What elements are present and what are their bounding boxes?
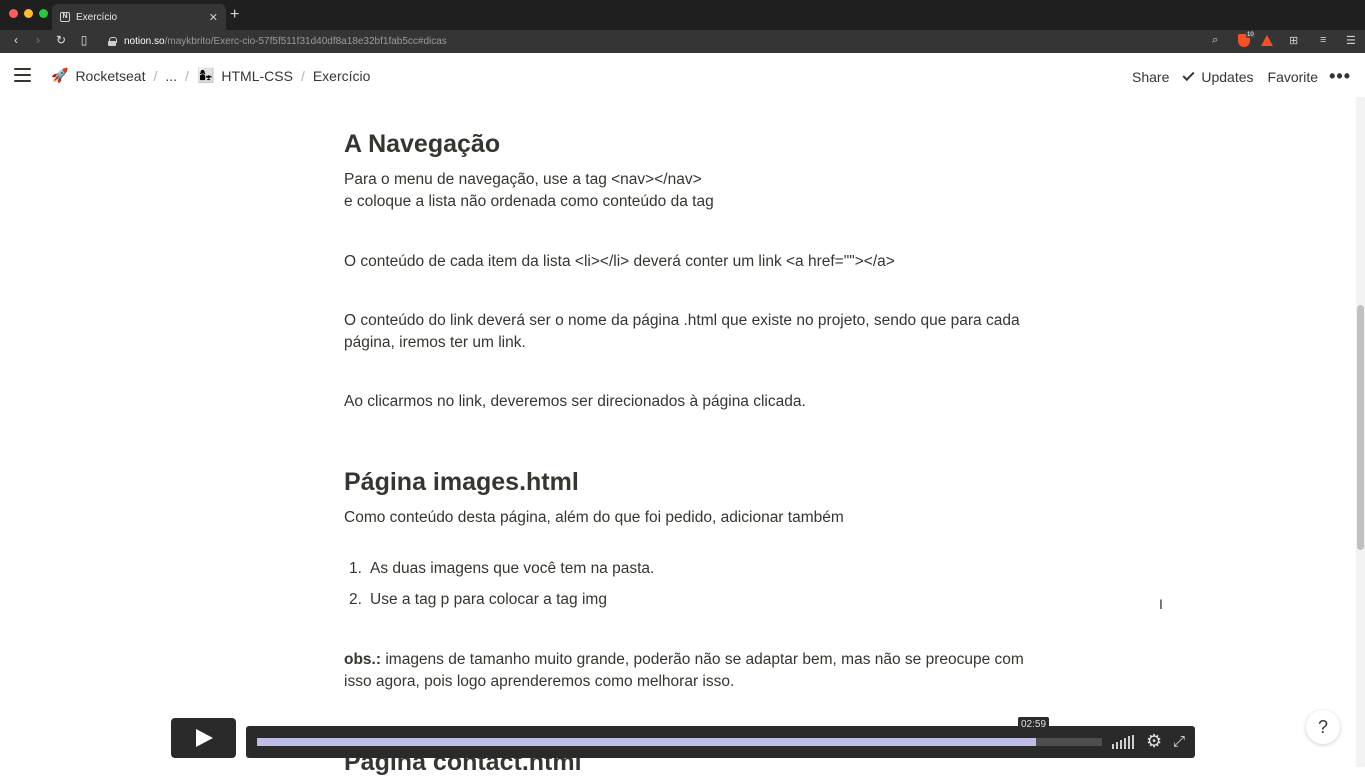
close-window-button[interactable]: [9, 9, 18, 18]
check-icon: [1182, 68, 1195, 82]
nav-paragraph-3-line-1: O conteúdo do link deverá ser o nome da …: [344, 312, 1020, 329]
list-item: As duas imagens que você tem na pasta.: [370, 560, 655, 577]
shield-count-badge: 10: [1246, 32, 1255, 38]
reload-icon[interactable]: ↻: [53, 33, 69, 47]
back-icon[interactable]: ‹: [8, 33, 24, 47]
breadcrumb-label: HTML-CSS: [221, 67, 293, 84]
tab-title: Exercício: [76, 11, 118, 23]
notion-favicon-icon: N: [60, 12, 70, 22]
browser-tab[interactable]: N Exercício ✕: [52, 4, 226, 30]
lock-icon: [108, 37, 117, 46]
nav-paragraph-1-line-1: Para o menu de navegação, use a tag <nav…: [344, 171, 702, 188]
updates-button[interactable]: Updates: [1176, 67, 1260, 87]
bookmark-icon[interactable]: ▯: [76, 33, 92, 47]
nav-paragraph-4: Ao clicarmos no link, deveremos ser dire…: [344, 393, 806, 410]
volume-icon[interactable]: [1112, 735, 1134, 749]
breadcrumb-html-css[interactable]: 👩‍👧 HTML-CSS: [193, 65, 297, 86]
url-host: notion.so: [124, 36, 165, 47]
fullscreen-icon[interactable]: ⤢: [1173, 733, 1185, 750]
breadcrumb-separator: /: [300, 67, 305, 84]
zoom-icon[interactable]: ⌕: [1212, 34, 1218, 47]
maximize-window-button[interactable]: [39, 9, 48, 18]
browser-toolbar: ‹ › ↻ ▯ notion.so/maykbrito/Exerc-cio-57…: [0, 30, 1365, 53]
breadcrumb-ellipsis[interactable]: ...: [161, 66, 181, 86]
play-button[interactable]: [171, 718, 236, 758]
minimize-window-button[interactable]: [24, 9, 33, 18]
updates-label: Updates: [1201, 68, 1254, 85]
nav-paragraph-2: O conteúdo de cada item da lista <li></l…: [344, 253, 895, 270]
text-cursor-icon: I: [1159, 596, 1163, 612]
progress-fill: [257, 738, 1037, 746]
nav-heading: A Navegação: [344, 130, 501, 158]
progress-bar[interactable]: [257, 738, 1102, 746]
breadcrumb-label: Exercício: [312, 67, 371, 84]
settings-gear-icon[interactable]: ⚙: [1146, 732, 1162, 750]
favorite-button[interactable]: Favorite: [1261, 67, 1326, 87]
menu-icon[interactable]: ☰: [1346, 34, 1356, 47]
rocket-icon: 🚀: [51, 67, 69, 83]
list-item-number: 2.: [349, 591, 362, 608]
url-path: /maykbrito/Exerc-cio-57f5f511f31d40df8a1…: [164, 36, 447, 47]
playlist-icon[interactable]: ≡: [1320, 34, 1326, 46]
video-controls: ⚙ ⤢: [246, 726, 1195, 758]
obs-paragraph-line-1: obs.: imagens de tamanho muito grande, p…: [344, 649, 1024, 671]
address-bar[interactable]: notion.so/maykbrito/Exerc-cio-57f5f511f3…: [100, 32, 1235, 51]
breadcrumb-separator: /: [185, 67, 189, 84]
breadcrumb: 🚀 Rocketseat / ... / 👩‍👧 HTML-CSS / Exer…: [47, 65, 374, 86]
browser-tab-bar: N Exercício ✕ +: [0, 0, 1365, 30]
time-tooltip: 02:59: [1018, 717, 1050, 733]
forward-icon[interactable]: ›: [30, 33, 46, 47]
brave-rewards-icon[interactable]: [1261, 35, 1273, 46]
obs-label: obs.:: [344, 651, 382, 668]
images-intro: Como conteúdo desta página, além do que …: [344, 509, 844, 526]
breadcrumb-exercicio[interactable]: Exercício: [309, 66, 375, 86]
share-button[interactable]: Share: [1125, 67, 1176, 87]
window-controls: [9, 9, 48, 18]
nav-paragraph-3-line-2: página, iremos ter um link.: [344, 334, 526, 351]
breadcrumb-rocketseat[interactable]: 🚀 Rocketseat: [47, 65, 149, 86]
sidebar-toggle-icon[interactable]: [14, 68, 31, 82]
breadcrumb-separator: /: [153, 67, 158, 84]
breadcrumb-label: Rocketseat: [75, 67, 146, 84]
obs-paragraph-line-2: isso agora, pois logo aprenderemos como …: [344, 673, 735, 690]
play-icon: [196, 729, 213, 747]
notion-topbar: 🚀 Rocketseat / ... / 👩‍👧 HTML-CSS / Exer…: [0, 53, 1365, 97]
list-item-number: 1.: [349, 560, 362, 577]
family-icon: 👩‍👧: [196, 67, 215, 83]
more-options-icon[interactable]: •••: [1329, 66, 1351, 87]
reading-list-icon[interactable]: ⊞: [1289, 34, 1298, 47]
nav-paragraph-1-line-2: e coloque a lista não ordenada como cont…: [344, 193, 714, 210]
breadcrumb-label: ...: [165, 67, 178, 84]
help-button[interactable]: ?: [1306, 710, 1340, 744]
new-tab-icon[interactable]: +: [230, 6, 239, 24]
tab-close-icon[interactable]: ✕: [209, 11, 218, 24]
scrollbar-thumb[interactable]: [1357, 305, 1364, 550]
topbar-actions: Share Updates Favorite •••: [1125, 66, 1351, 87]
list-item: Use a tag p para colocar a tag img: [370, 591, 607, 608]
obs-text: imagens de tamanho muito grande, poderão…: [381, 651, 1024, 668]
images-heading: Página images.html: [344, 468, 579, 496]
